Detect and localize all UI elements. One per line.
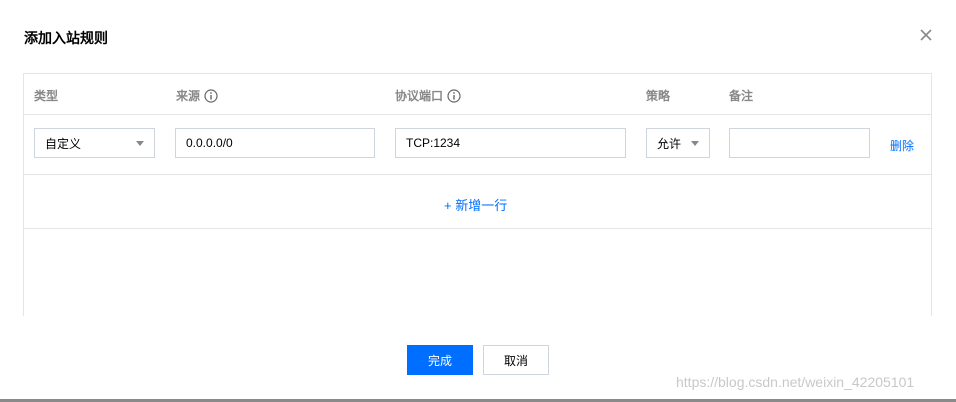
info-icon[interactable] bbox=[447, 88, 461, 103]
policy-select[interactable]: 允许 bbox=[646, 128, 710, 158]
watermark-text: https://blog.csdn.net/weixin_42205101 bbox=[676, 374, 915, 390]
remark-input[interactable] bbox=[729, 128, 870, 158]
source-input[interactable]: 0.0.0.0/0 bbox=[175, 128, 375, 158]
table-row: 自定义 0.0.0.0/0 TCP:1234 允许 删除 bbox=[24, 115, 931, 175]
header-policy: 策略 bbox=[646, 89, 671, 103]
delete-row-link[interactable]: 删除 bbox=[890, 137, 914, 154]
caret-down-icon bbox=[691, 141, 699, 146]
close-icon[interactable] bbox=[917, 26, 935, 44]
header-type: 类型 bbox=[34, 89, 59, 103]
table-header: 类型 来源 协议端口 策略 备注 bbox=[24, 74, 931, 115]
type-select[interactable]: 自定义 bbox=[34, 128, 155, 158]
dialog-title: 添加入站规则 bbox=[24, 30, 108, 46]
cancel-button[interactable]: 取消 bbox=[483, 345, 549, 375]
header-source: 来源 bbox=[176, 87, 218, 104]
confirm-button[interactable]: 完成 bbox=[407, 345, 473, 375]
info-icon[interactable] bbox=[204, 88, 218, 103]
rules-table: 类型 来源 协议端口 策略 备注 自定义 0.0.0.0/0 TCP:1234 … bbox=[23, 73, 932, 316]
caret-down-icon bbox=[136, 141, 144, 146]
add-row-link[interactable]: + 新增一行 bbox=[444, 195, 507, 214]
header-port: 协议端口 bbox=[395, 87, 461, 104]
add-row-area: + 新增一行 bbox=[24, 175, 931, 229]
port-input[interactable]: TCP:1234 bbox=[395, 128, 626, 158]
header-remark: 备注 bbox=[729, 89, 754, 103]
add-inbound-rule-dialog: 添加入站规则 类型 来源 协议端口 策略 备注 自定义 0.0.0.0/0 TC… bbox=[0, 0, 956, 402]
